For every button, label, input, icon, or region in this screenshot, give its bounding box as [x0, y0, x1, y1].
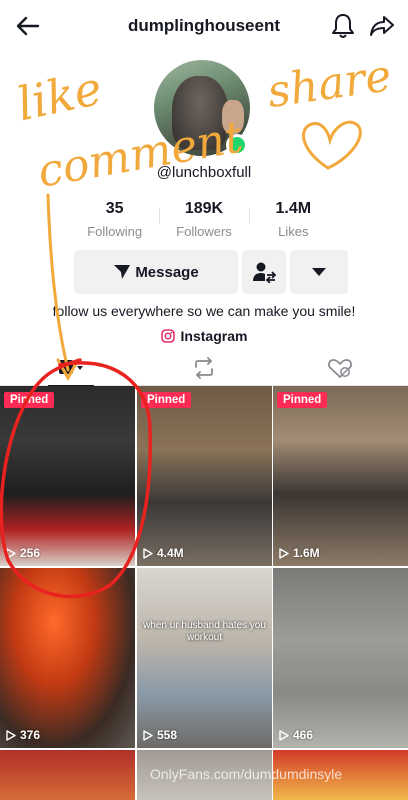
play-icon: [143, 729, 153, 741]
stat-label: Followers: [176, 224, 232, 239]
stat-likes[interactable]: 1.4M Likes: [248, 200, 338, 244]
video-grid-icon: [59, 360, 83, 374]
caret-down-icon: [312, 268, 326, 276]
user-swap-icon: [253, 262, 276, 283]
annotation-like: like: [12, 61, 106, 131]
pinned-badge: Pinned: [141, 392, 192, 408]
video-thumbnail[interactable]: 466: [273, 568, 408, 748]
follow-status-button[interactable]: [242, 250, 286, 294]
instagram-icon: [160, 329, 175, 343]
view-count-value: 256: [20, 546, 41, 560]
person-photo: [222, 100, 244, 134]
watermark-text: OnlyFans.com/dumdumdinsyle: [150, 766, 343, 782]
view-count-value: 4.4M: [157, 546, 184, 560]
view-count-value: 1.6M: [293, 546, 320, 560]
play-icon: [279, 547, 289, 559]
view-count: 376: [6, 728, 40, 742]
tab-reposts[interactable]: [189, 356, 219, 380]
video-caption-overlay: when ur husband hates you workout: [143, 620, 266, 643]
stat-value: 1.4M: [275, 200, 312, 217]
profile-handle: @lunchboxfull: [156, 164, 252, 181]
profile-actions: Message: [74, 250, 348, 294]
stat-value: 35: [105, 200, 124, 217]
stat-value: 189K: [184, 200, 224, 217]
more-options-button[interactable]: [290, 250, 348, 294]
send-icon: [114, 265, 131, 279]
instagram-link[interactable]: Instagram: [0, 328, 408, 344]
annotation-heart: [302, 120, 362, 170]
view-count: 256: [6, 546, 40, 560]
tab-liked[interactable]: [325, 356, 355, 380]
top-bar: dumplinghouseent: [0, 0, 408, 52]
stat-following[interactable]: 35 Following: [70, 200, 159, 244]
profile-tabs: [0, 350, 408, 387]
view-count-value: 376: [20, 728, 41, 742]
stat-followers[interactable]: 189K Followers: [159, 200, 248, 244]
bell-icon[interactable]: [330, 12, 356, 40]
message-button[interactable]: Message: [74, 250, 238, 294]
video-thumbnail[interactable]: Pinned 256: [0, 386, 135, 566]
view-count-value: 466: [293, 728, 314, 742]
hidden-heart-icon: [328, 359, 352, 378]
view-count: 1.6M: [279, 546, 320, 560]
video-grid: Pinned 256 Pinned 4.4M Pinned 1.6M 376 w…: [0, 386, 408, 800]
view-count: 558: [143, 728, 177, 742]
video-thumbnail[interactable]: Pinned 1.6M: [273, 386, 408, 566]
instagram-link-label: Instagram: [180, 328, 248, 344]
share-arrow-icon[interactable]: [368, 12, 396, 40]
stat-label: Following: [87, 224, 143, 239]
video-thumbnail[interactable]: Pinned 4.4M: [137, 386, 272, 566]
video-thumbnail[interactable]: [0, 750, 135, 800]
pinned-badge: Pinned: [277, 392, 328, 408]
stat-label: Likes: [278, 224, 309, 239]
profile-bio: follow us everywhere so we can make you …: [52, 303, 356, 319]
play-icon: [6, 547, 16, 559]
video-thumbnail[interactable]: when ur husband hates you workout 558: [137, 568, 272, 748]
play-icon: [143, 547, 153, 559]
avatar[interactable]: [154, 60, 254, 160]
play-icon: [6, 729, 16, 741]
view-count: 466: [279, 728, 313, 742]
online-status-dot: [226, 134, 248, 156]
pinned-badge: Pinned: [4, 392, 55, 408]
view-count-value: 558: [157, 728, 178, 742]
profile-stats: 35 Following 189K Followers 1.4M Likes: [70, 200, 338, 244]
annotation-share: share: [264, 50, 394, 118]
play-icon: [279, 729, 289, 741]
elephant-photo: [172, 76, 228, 150]
video-thumbnail[interactable]: 376: [0, 568, 135, 748]
view-count: 4.4M: [143, 546, 184, 560]
repost-icon: [195, 357, 213, 379]
tab-videos[interactable]: [48, 356, 94, 387]
message-button-label: Message: [135, 263, 199, 281]
